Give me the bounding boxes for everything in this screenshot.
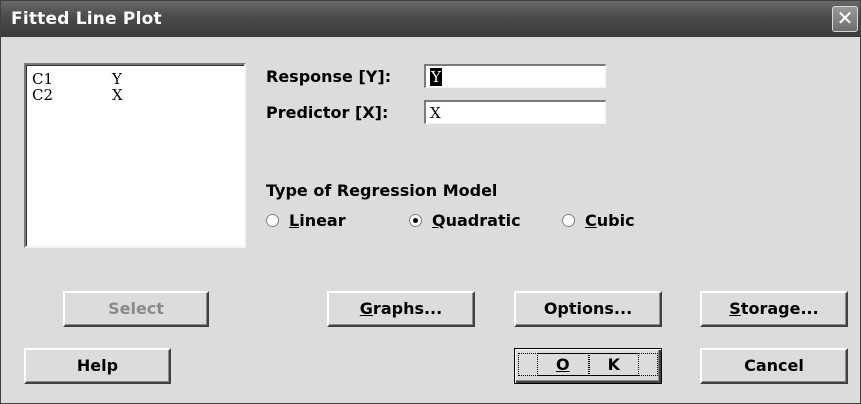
label-rest: inear [299,211,346,230]
radio-label-quadratic: Quadratic [432,211,521,230]
mnemonic: Q [432,211,446,230]
options-button[interactable]: Options... [514,291,662,327]
mnemonic: G [359,299,373,318]
predictor-value: X [430,104,441,122]
radio-button-selected-icon [409,214,422,227]
title-bar: Fitted Line Plot ✕ [1,1,860,37]
response-label: Response [Y]: [266,67,391,86]
graphs-button[interactable]: Graphs... [327,291,475,327]
radio-button-icon [562,214,575,227]
help-button[interactable]: Help [24,348,171,384]
regression-model-heading: Type of Regression Model [266,181,498,200]
predictor-colon: : [381,103,389,122]
label-rest: uadratic [445,211,521,230]
fitted-line-plot-dialog: Fitted Line Plot ✕ C1 Y C2 X Response [Y… [0,0,861,404]
cancel-button[interactable]: Cancel [700,348,848,384]
label-rest: K [588,353,639,376]
label-rest: ubic [596,211,635,230]
graphs-button-label: Graphs... [360,299,442,318]
storage-button[interactable]: Storage... [700,291,848,327]
predictor-label-text: Predictor [266,103,350,122]
mnemonic: O [536,353,589,376]
radio-cubic[interactable]: Cubic [562,211,635,230]
column-id: C1 [32,70,54,88]
label-rest: raphs... [372,299,443,318]
response-value: Y [430,68,442,86]
mnemonic: S [729,299,741,318]
radio-quadratic[interactable]: Quadratic [409,211,521,230]
column-name: Y [112,70,122,88]
close-icon: ✕ [836,6,854,30]
mnemonic: L [289,211,300,230]
close-button[interactable]: ✕ [832,6,858,32]
response-shortcut: [Y] [358,67,385,86]
radio-button-icon [266,214,279,227]
mnemonic: C [585,211,597,230]
column-name: X [112,86,123,104]
options-button-label: Options... [543,299,633,318]
predictor-input[interactable]: X [424,100,606,124]
predictor-shortcut: [X] [355,103,382,122]
storage-button-label: Storage... [729,299,818,318]
select-button-label: Select [108,299,164,318]
radio-linear[interactable]: Linear [266,211,346,230]
variable-list[interactable]: C1 Y C2 X [24,63,246,248]
predictor-label: Predictor [X]: [266,103,388,122]
label-rest: torage... [740,299,819,318]
column-id: C2 [32,86,54,104]
ok-button[interactable]: OK [514,348,662,384]
response-colon: : [384,67,392,86]
help-button-label: Help [76,356,119,375]
radio-label-linear: Linear [289,211,346,230]
radio-label-cubic: Cubic [585,211,635,230]
cancel-button-label: Cancel [744,356,804,375]
ok-button-label: OK [517,353,658,376]
response-label-text: Response [266,67,353,86]
select-button[interactable]: Select [63,291,209,327]
response-input[interactable]: Y [424,64,606,88]
window-title: Fitted Line Plot [11,9,162,29]
